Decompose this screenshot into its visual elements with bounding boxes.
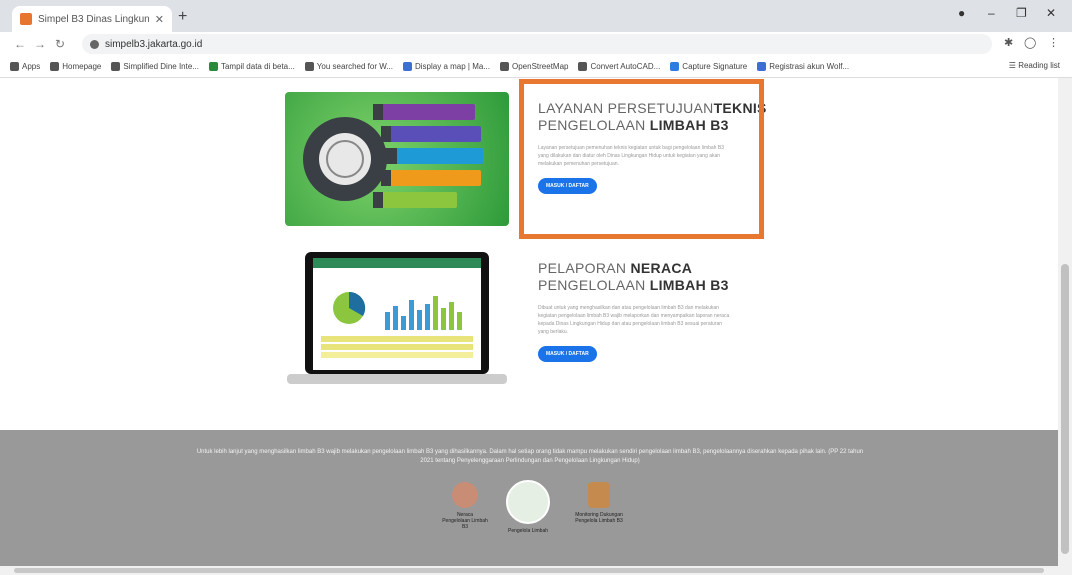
login-register-button[interactable]: MASUK / DAFTAR xyxy=(538,346,597,362)
bookmark-item[interactable]: Homepage xyxy=(50,62,101,71)
browser-chrome: Simpel B3 Dinas Lingkungan ✕ + ● – ❐ ✕ ←… xyxy=(0,0,1072,78)
page-content: LAYANAN PERSETUJUANTEKNIS PENGELOLAAN LI… xyxy=(0,78,1058,566)
minimize-button[interactable]: – xyxy=(988,6,995,20)
hscroll-thumb[interactable] xyxy=(14,568,1044,573)
close-window-button[interactable]: ✕ xyxy=(1046,6,1056,20)
monitoring-logo-icon xyxy=(588,482,610,508)
bookmark-item[interactable]: Capture Signature xyxy=(670,62,747,71)
bookmark-icon xyxy=(50,62,60,71)
bookmark-icon xyxy=(757,62,767,71)
menu-icon[interactable]: ⋮ xyxy=(1048,36,1059,49)
bookmark-item[interactable]: Display a map | Ma... xyxy=(403,62,490,71)
lock-icon xyxy=(90,39,99,49)
tab-title: Simpel B3 Dinas Lingkungan xyxy=(38,13,149,25)
section-pelaporan-neraca: PELAPORAN NERACA PENGELOLAAN LIMBAH B3 D… xyxy=(538,260,733,362)
bookmark-item[interactable]: Simplified Dine Inte... xyxy=(111,62,199,71)
bookmark-item[interactable]: Apps xyxy=(10,62,40,71)
address-text: simpelb3.jakarta.go.id xyxy=(105,38,203,50)
forward-icon[interactable]: → xyxy=(30,37,50,51)
reading-list[interactable]: ☰ Reading list xyxy=(1009,61,1060,70)
horizontal-scrollbar[interactable] xyxy=(0,566,1072,575)
browser-tab[interactable]: Simpel B3 Dinas Lingkungan ✕ xyxy=(12,6,172,32)
bookmark-item[interactable]: Tampil data di beta... xyxy=(208,62,295,71)
bookmark-icon xyxy=(403,62,412,71)
footer-text: Untuk lebih lanjut yang menghasilkan lim… xyxy=(196,449,864,464)
apps-icon xyxy=(10,62,19,71)
laptop-graphic xyxy=(287,252,507,384)
bookmark-icon xyxy=(578,62,588,71)
partner-neraca[interactable]: Neraca Pengelolaan Limbah B3 xyxy=(440,482,490,530)
toolbar: ← → ↻ simpelb3.jakarta.go.id xyxy=(0,32,1072,56)
laptop-image xyxy=(285,250,509,388)
close-tab-icon[interactable]: ✕ xyxy=(155,13,164,26)
infographic-image xyxy=(285,92,509,226)
favicon-icon xyxy=(20,13,32,25)
bookmark-item[interactable]: You searched for W... xyxy=(304,62,393,71)
vertical-scrollbar[interactable] xyxy=(1058,78,1072,566)
back-icon[interactable]: ← xyxy=(10,37,30,51)
bookmark-item[interactable]: Registrasi akun Wolf... xyxy=(757,62,849,71)
scroll-thumb[interactable] xyxy=(1061,264,1069,554)
highlight-box xyxy=(519,79,764,239)
bookmarks-bar: Apps Homepage Simplified Dine Inte... Ta… xyxy=(0,56,1072,78)
profile-avatar-icon[interactable]: ◯ xyxy=(1024,36,1036,49)
neraca-logo-icon xyxy=(452,482,478,508)
footer: Untuk lebih lanjut yang menghasilkan lim… xyxy=(0,430,1058,566)
bookmark-item[interactable]: OpenStreetMap xyxy=(500,62,568,71)
bookmark-icon xyxy=(304,62,314,71)
new-tab-button[interactable]: + xyxy=(178,8,187,26)
profile-icon[interactable]: ● xyxy=(958,6,965,20)
pengelola-logo-icon xyxy=(506,480,550,524)
bookmark-icon xyxy=(500,62,509,71)
bookmark-icon xyxy=(670,62,680,71)
bookmark-icon xyxy=(111,62,121,71)
partner-pengelola-limbah[interactable]: Pengelola Limbah xyxy=(498,480,558,534)
extension-icon[interactable]: ✱ xyxy=(1004,36,1013,49)
reload-icon[interactable]: ↻ xyxy=(50,37,70,51)
bookmark-icon xyxy=(208,62,218,71)
infographic-graphic xyxy=(303,104,483,208)
tab-strip: Simpel B3 Dinas Lingkungan ✕ + ● – ❐ ✕ xyxy=(0,0,1072,32)
maximize-button[interactable]: ❐ xyxy=(1016,6,1027,20)
section-description: Dibuat untuk yang menghasilkan dan atau … xyxy=(538,305,730,335)
bookmark-item[interactable]: Convert AutoCAD... xyxy=(578,62,660,71)
address-bar[interactable]: simpelb3.jakarta.go.id xyxy=(82,34,992,54)
partner-monitoring[interactable]: Monitoring Dukungan Pengelola Limbah B3 xyxy=(564,482,634,524)
section-title: PELAPORAN NERACA PENGELOLAAN LIMBAH B3 xyxy=(538,260,729,293)
